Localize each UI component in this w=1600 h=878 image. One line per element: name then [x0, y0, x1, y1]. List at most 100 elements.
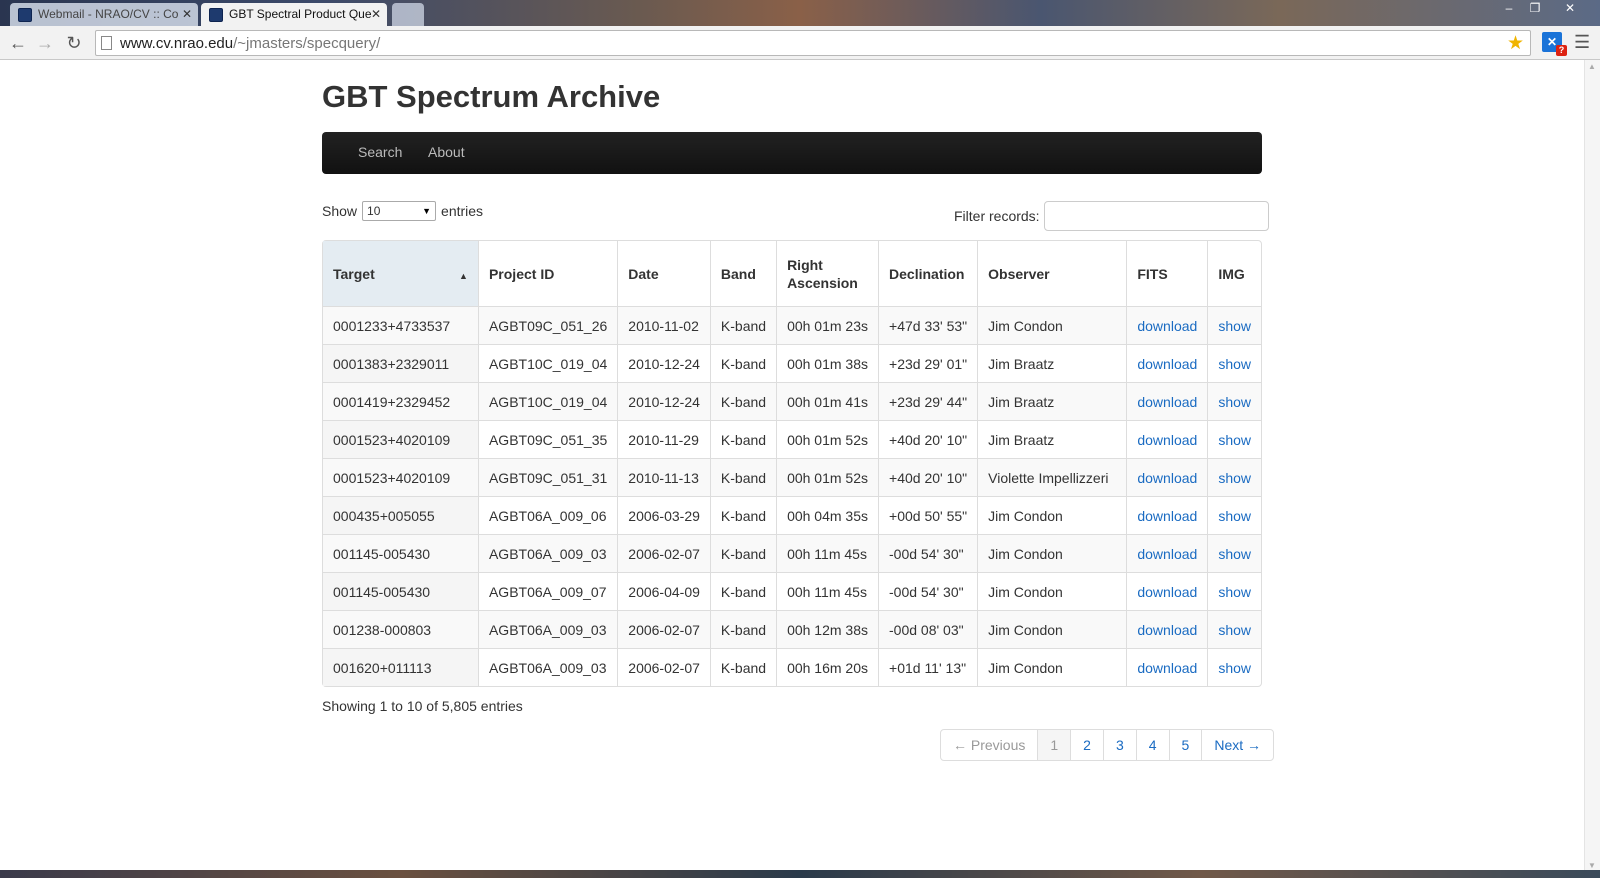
project-cell: AGBT06A_009_07 [477, 572, 618, 610]
window-controls: – ❐ ✕ [1496, 0, 1592, 18]
column-header-ra[interactable]: Right Ascension [776, 241, 878, 306]
show-image-link[interactable]: show [1218, 394, 1251, 410]
target-cell: 0001419+2329452 [323, 382, 478, 420]
page-button-4[interactable]: 4 [1135, 730, 1169, 760]
download-fits-link[interactable]: download [1137, 622, 1197, 638]
close-window-button[interactable]: ✕ [1548, 0, 1592, 18]
observer-cell: Jim Braatz [977, 344, 1127, 382]
date-cell: 2010-12-24 [617, 344, 710, 382]
show-image-link[interactable]: show [1218, 470, 1251, 486]
tab-close-icon[interactable]: ✕ [182, 3, 192, 26]
address-bar[interactable]: www.cv.nrao.edu/~jmasters/specquery/ ★ [95, 30, 1531, 56]
fits-cell: download [1126, 534, 1208, 572]
project-cell: AGBT10C_019_04 [477, 382, 618, 420]
page-button-5[interactable]: 5 [1168, 730, 1202, 760]
column-header-fits[interactable]: FITS [1126, 241, 1207, 306]
dec-cell: +40d 20' 10" [878, 420, 978, 458]
ra-cell: 00h 11m 45s [776, 534, 879, 572]
fits-cell: download [1126, 420, 1208, 458]
img-cell: show [1207, 382, 1261, 420]
fits-cell: download [1126, 572, 1208, 610]
page-icon [101, 36, 112, 50]
img-cell: show [1207, 344, 1261, 382]
dec-cell: -00d 54' 30" [878, 534, 978, 572]
entries-select[interactable]: 10 ▼ [362, 201, 437, 221]
reload-button[interactable]: ↻ [62, 31, 86, 55]
download-fits-link[interactable]: download [1137, 394, 1197, 410]
ra-cell: 00h 01m 23s [776, 306, 879, 344]
download-fits-link[interactable]: download [1137, 318, 1197, 334]
table-row: 001145-005430 AGBT06A_009_07 2006-04-09 K-b… [323, 572, 1261, 610]
column-header-target[interactable]: Target ▲ [323, 241, 478, 306]
tab-gbt-query[interactable]: GBT Spectral Product Que ✕ [201, 3, 387, 26]
img-cell: show [1207, 610, 1261, 648]
observer-cell: Jim Condon [977, 610, 1127, 648]
table-row: 001145-005430 AGBT06A_009_03 2006-02-07 K-b… [323, 534, 1261, 572]
page-button-2[interactable]: 2 [1070, 730, 1103, 760]
vertical-scrollbar[interactable]: ▲ ▼ [1584, 60, 1600, 870]
ra-cell: 00h 04m 35s [776, 496, 879, 534]
back-button[interactable]: ← [6, 31, 30, 55]
browser-tab-strip: Webmail - NRAO/CV :: Co ✕ GBT Spectral P… [0, 0, 1600, 26]
page-button-3[interactable]: 3 [1102, 730, 1136, 760]
page-title: GBT Spectrum Archive [322, 79, 661, 114]
tab-webmail[interactable]: Webmail - NRAO/CV :: Co ✕ [10, 3, 198, 26]
column-header-project[interactable]: Project ID [477, 241, 617, 306]
download-fits-link[interactable]: download [1137, 508, 1197, 524]
forward-button[interactable]: → [33, 31, 57, 55]
show-image-link[interactable]: show [1218, 356, 1251, 372]
restore-button[interactable]: ❐ [1522, 0, 1548, 18]
show-image-link[interactable]: show [1218, 660, 1251, 676]
show-image-link[interactable]: show [1218, 318, 1251, 334]
previous-page-button[interactable]: ← Previous [941, 730, 1037, 760]
date-cell: 2010-12-24 [617, 382, 710, 420]
band-cell: K-band [709, 496, 777, 534]
new-tab-button[interactable] [392, 3, 424, 26]
download-fits-link[interactable]: download [1137, 546, 1197, 562]
scroll-up-icon[interactable]: ▲ [1588, 62, 1596, 71]
img-cell: show [1207, 420, 1261, 458]
table-row: 0001419+2329452 AGBT10C_019_04 2010-12-24 K… [323, 382, 1261, 420]
entries-label: entries [441, 203, 484, 219]
observer-cell: Jim Condon [977, 648, 1127, 686]
img-cell: show [1207, 534, 1261, 572]
observer-cell: Jim Condon [977, 496, 1127, 534]
nav-search-link[interactable]: Search [358, 144, 402, 160]
column-header-img[interactable]: IMG [1207, 241, 1261, 306]
show-image-link[interactable]: show [1218, 508, 1251, 524]
bookmark-star-icon[interactable]: ★ [1507, 32, 1524, 55]
band-cell: K-band [709, 306, 777, 344]
dec-cell: +01d 11' 13" [878, 648, 978, 686]
filter-input[interactable] [1043, 201, 1269, 231]
img-cell: show [1207, 648, 1261, 686]
download-fits-link[interactable]: download [1137, 660, 1197, 676]
img-cell: show [1207, 496, 1261, 534]
chrome-menu-icon[interactable]: ☰ [1574, 32, 1590, 53]
download-fits-link[interactable]: download [1137, 584, 1197, 600]
page-button-1[interactable]: 1 [1037, 730, 1071, 760]
url-text[interactable]: www.cv.nrao.edu/~jmasters/specquery/ [120, 35, 380, 52]
extension-badge: ? [1556, 45, 1567, 56]
column-header-date[interactable]: Date [617, 241, 710, 306]
date-cell: 2010-11-13 [617, 458, 710, 496]
show-image-link[interactable]: show [1218, 432, 1251, 448]
download-fits-link[interactable]: download [1137, 356, 1197, 372]
show-image-link[interactable]: show [1218, 546, 1251, 562]
show-image-link[interactable]: show [1218, 584, 1251, 600]
minimize-button[interactable]: – [1496, 0, 1522, 18]
download-fits-link[interactable]: download [1137, 432, 1197, 448]
tab-close-icon[interactable]: ✕ [371, 3, 381, 26]
dec-cell: +40d 20' 10" [878, 458, 978, 496]
nav-about-link[interactable]: About [428, 144, 465, 160]
show-image-link[interactable]: show [1218, 622, 1251, 638]
fits-cell: download [1126, 306, 1208, 344]
scroll-down-icon[interactable]: ▼ [1588, 861, 1596, 870]
next-page-button[interactable]: Next → [1201, 730, 1273, 760]
download-fits-link[interactable]: download [1137, 470, 1197, 486]
column-header-band[interactable]: Band [709, 241, 776, 306]
column-header-dec[interactable]: Declination [878, 241, 977, 306]
column-header-observer[interactable]: Observer [977, 241, 1126, 306]
target-cell: 001145-005430 [323, 572, 478, 610]
extension-icon[interactable]: ✕? [1542, 32, 1567, 56]
ra-cell: 00h 01m 52s [776, 420, 879, 458]
